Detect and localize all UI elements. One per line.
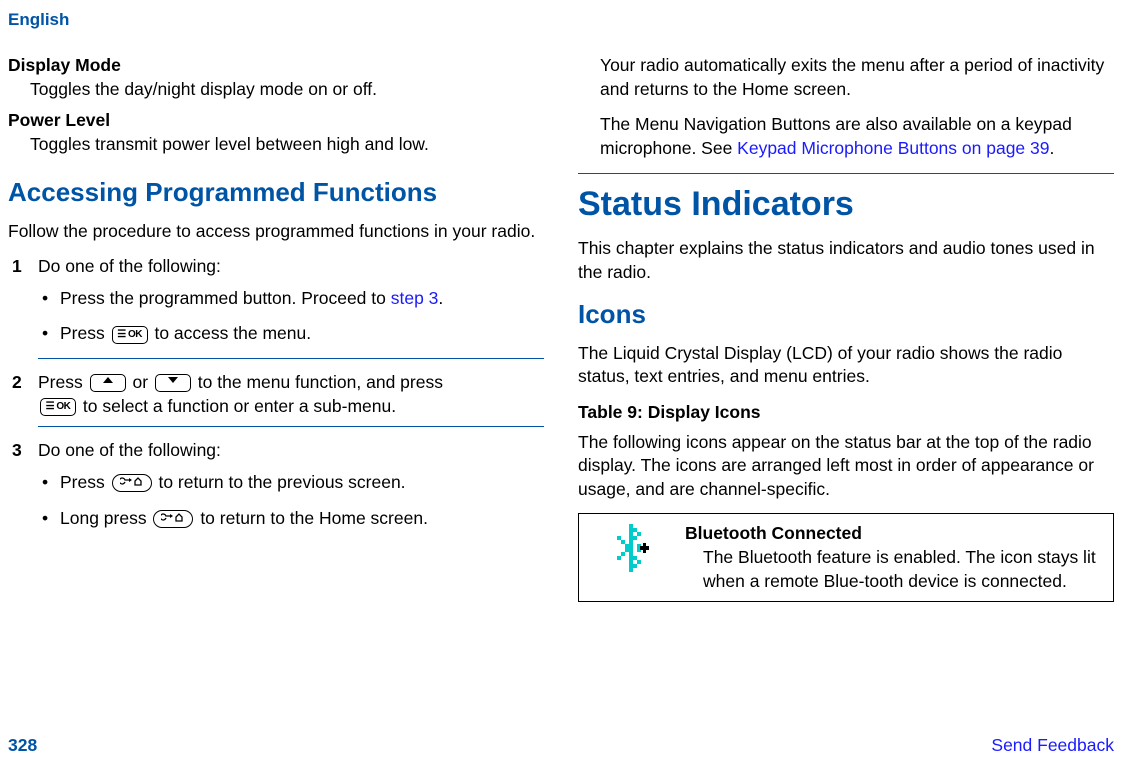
heading-status-indicators: Status Indicators bbox=[578, 182, 1114, 228]
step-3-bullet-2b: to return to the Home screen. bbox=[195, 508, 427, 528]
divider-section bbox=[578, 173, 1114, 174]
step-1-bullet-2a: Press bbox=[60, 323, 110, 343]
para-status-intro: This chapter explains the status indicat… bbox=[578, 237, 1114, 284]
divider-2 bbox=[38, 426, 544, 427]
step-1-bullet-1b: . bbox=[438, 288, 443, 308]
step-3: 3 Do one of the following: Press to retu… bbox=[8, 439, 544, 530]
step-3-bullet-2: Long press to return to the Home screen. bbox=[38, 507, 544, 531]
down-arrow-icon bbox=[155, 374, 191, 392]
row-title: Bluetooth Connected bbox=[685, 522, 1103, 546]
step-3-bullet-1b: to return to the previous screen. bbox=[154, 472, 406, 492]
step-3-bullet-1a: Press bbox=[60, 472, 110, 492]
columns: Display Mode Toggles the day/night displ… bbox=[8, 48, 1114, 602]
para-auto-exit: Your radio automatically exits the menu … bbox=[600, 54, 1114, 101]
table-9-title: Table 9: Display Icons bbox=[578, 401, 1114, 425]
link-keypad-mic[interactable]: Keypad Microphone Buttons on page 39 bbox=[737, 138, 1049, 158]
step-1: 1 Do one of the following: Press the pro… bbox=[8, 255, 544, 359]
bluetooth-connected-icon bbox=[612, 522, 652, 574]
step-2-number: 2 bbox=[12, 371, 22, 395]
step-2: 2 Press or to the menu function, and pre… bbox=[8, 371, 544, 427]
footer: 328 Send Feedback bbox=[8, 735, 1114, 756]
table-9-intro: The following icons appear on the status… bbox=[578, 431, 1114, 502]
heading-accessing-functions: Accessing Programmed Functions bbox=[8, 175, 544, 210]
step-1-bullet-2: Press ☰ OK to access the menu. bbox=[38, 322, 544, 346]
step-2-c: to select a function or enter a sub-menu… bbox=[83, 396, 396, 416]
def-display-mode: Toggles the day/night display mode on or… bbox=[30, 78, 544, 102]
steps-list: 1 Do one of the following: Press the pro… bbox=[8, 255, 544, 530]
menu-ok-icon-2: ☰ OK bbox=[40, 398, 76, 416]
icon-cell bbox=[579, 514, 685, 601]
right-column: Your radio automatically exits the menu … bbox=[578, 48, 1114, 602]
step-1-bullets: Press the programmed button. Proceed to … bbox=[38, 287, 544, 346]
left-column: Display Mode Toggles the day/night displ… bbox=[8, 48, 544, 602]
step-1-bullet-1a: Press the programmed button. Proceed to bbox=[60, 288, 391, 308]
page: English Display Mode Toggles the day/nig… bbox=[0, 0, 1132, 762]
table-row: Bluetooth Connected The Bluetooth featur… bbox=[579, 514, 1113, 601]
page-number: 328 bbox=[8, 735, 37, 756]
text-cell: Bluetooth Connected The Bluetooth featur… bbox=[685, 514, 1113, 601]
table-display-icons: Bluetooth Connected The Bluetooth featur… bbox=[578, 513, 1114, 602]
step-1-number: 1 bbox=[12, 255, 22, 279]
intro-accessing: Follow the procedure to access programme… bbox=[8, 220, 544, 244]
step-2-b: to the menu function, and press bbox=[198, 372, 443, 392]
step-2-a: Press bbox=[38, 372, 88, 392]
para-menu-nav: The Menu Navigation Buttons are also ava… bbox=[600, 113, 1114, 160]
step-3-bullets: Press to return to the previous screen. … bbox=[38, 471, 544, 530]
step-2-mid: or bbox=[132, 372, 152, 392]
step-1-bullet-1: Press the programmed button. Proceed to … bbox=[38, 287, 544, 311]
divider-1 bbox=[38, 358, 544, 359]
language-label: English bbox=[8, 10, 1114, 30]
step-3-bullet-1: Press to return to the previous screen. bbox=[38, 471, 544, 495]
heading-icons: Icons bbox=[578, 297, 1114, 332]
step-3-number: 3 bbox=[12, 439, 22, 463]
step-1-text: Do one of the following: bbox=[38, 256, 221, 276]
def-power-level: Toggles transmit power level between hig… bbox=[30, 133, 544, 157]
back-home-icon-2 bbox=[153, 510, 193, 528]
step-3-bullet-2a: Long press bbox=[60, 508, 151, 528]
menu-ok-icon: ☰ OK bbox=[112, 326, 148, 344]
up-arrow-icon bbox=[90, 374, 126, 392]
para-icons-intro: The Liquid Crystal Display (LCD) of your… bbox=[578, 342, 1114, 389]
term-power-level: Power Level bbox=[8, 109, 544, 133]
step-3-text: Do one of the following: bbox=[38, 440, 221, 460]
link-step3[interactable]: step 3 bbox=[391, 288, 439, 308]
step-1-bullet-2b: to access the menu. bbox=[150, 323, 311, 343]
link-send-feedback[interactable]: Send Feedback bbox=[991, 735, 1114, 756]
row-desc: The Bluetooth feature is enabled. The ic… bbox=[703, 546, 1103, 593]
back-home-icon bbox=[112, 474, 152, 492]
para-menu-nav-b: . bbox=[1049, 138, 1054, 158]
term-display-mode: Display Mode bbox=[8, 54, 544, 78]
